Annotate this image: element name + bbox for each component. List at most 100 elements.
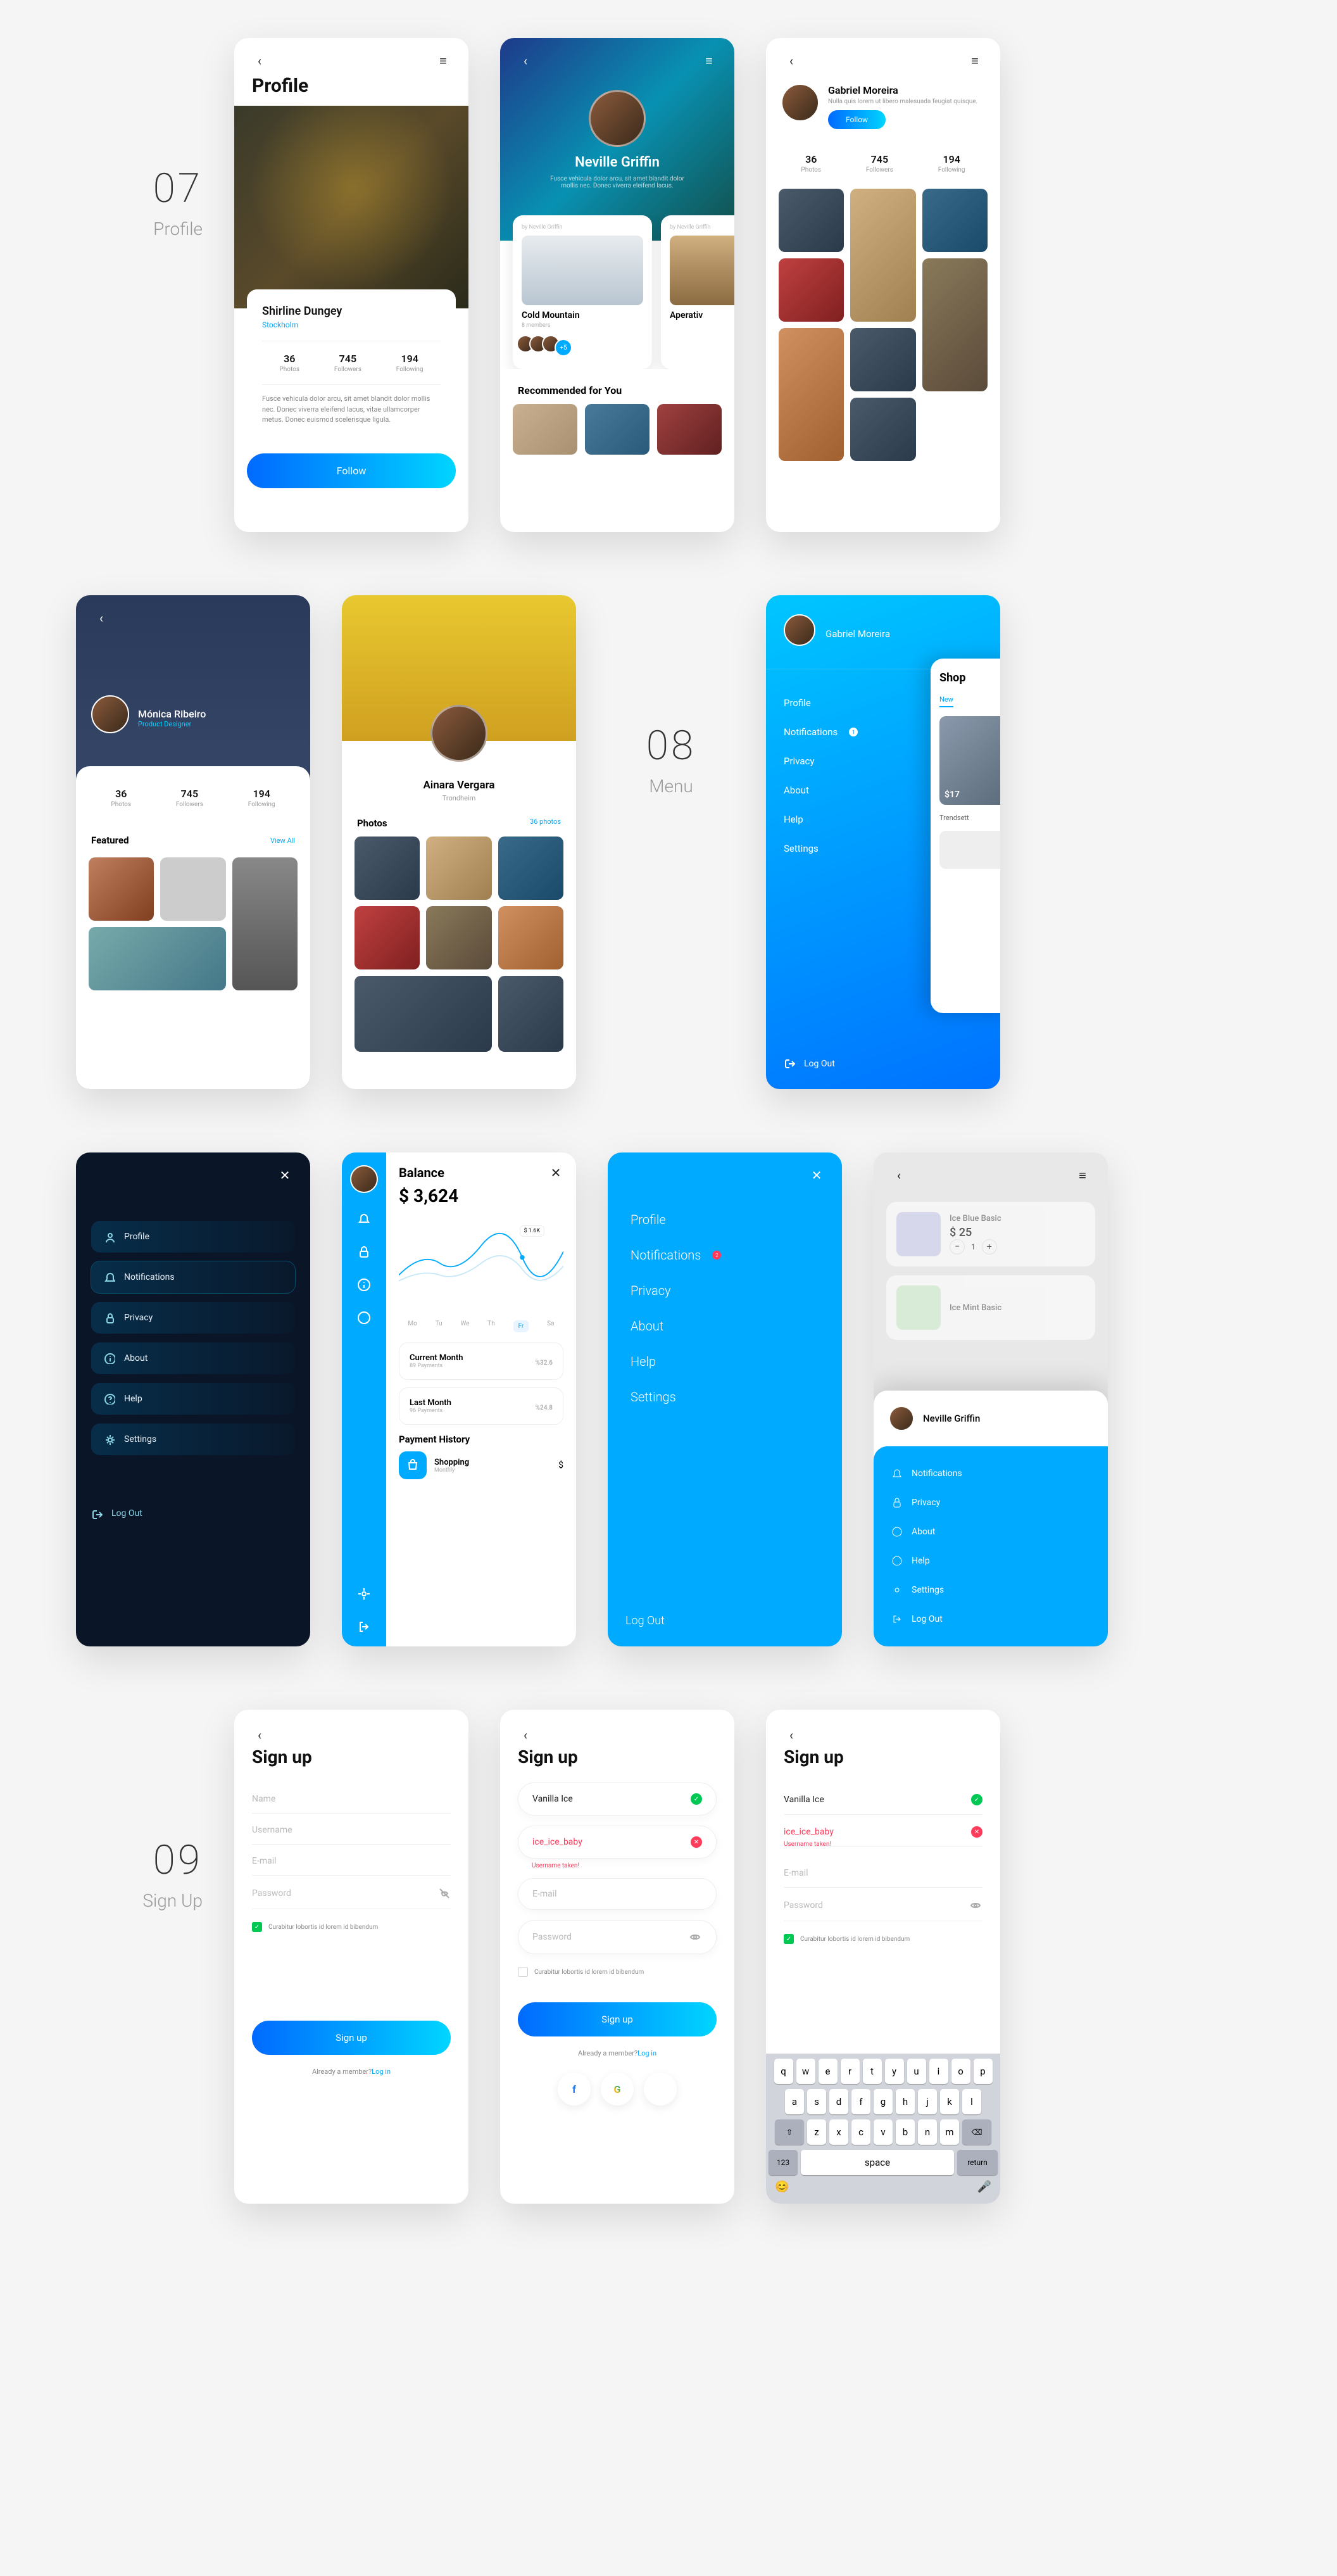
photo-thumb[interactable] bbox=[426, 837, 491, 900]
back-icon[interactable]: ‹ bbox=[784, 1727, 799, 1743]
chart-day-selected[interactable]: Fr bbox=[513, 1320, 529, 1332]
return-key[interactable]: return bbox=[957, 2150, 998, 2175]
menu-item-settings[interactable]: Settings bbox=[91, 1424, 295, 1455]
menu-item-privacy[interactable]: Privacy bbox=[631, 1273, 819, 1308]
menu-item-about[interactable]: About bbox=[874, 1517, 1108, 1546]
back-icon[interactable]: ‹ bbox=[784, 53, 799, 68]
eye-icon[interactable] bbox=[970, 1899, 982, 1912]
key-a[interactable]: a bbox=[785, 2089, 804, 2114]
logout-button[interactable]: Log Out bbox=[76, 1496, 310, 1534]
facebook-button[interactable]: f bbox=[558, 2073, 591, 2106]
key-h[interactable]: h bbox=[896, 2089, 915, 2114]
key-e[interactable]: e bbox=[819, 2059, 838, 2084]
chart-day[interactable]: Tu bbox=[436, 1320, 443, 1332]
menu-item-privacy[interactable]: Privacy bbox=[874, 1488, 1108, 1517]
password-input[interactable]: Password bbox=[252, 1876, 451, 1909]
photos-count[interactable]: 36 photos bbox=[530, 818, 561, 829]
menu-item-about[interactable]: About bbox=[91, 1342, 295, 1374]
logout-icon[interactable] bbox=[357, 1620, 371, 1634]
menu-item-privacy[interactable]: Privacy bbox=[91, 1302, 295, 1334]
stat-followers[interactable]: 745Followers bbox=[176, 788, 203, 808]
stat-photos[interactable]: 36Photos bbox=[279, 353, 299, 373]
hamburger-icon[interactable]: ≡ bbox=[701, 53, 717, 68]
signup-button[interactable]: Sign up bbox=[252, 2021, 451, 2055]
email-input[interactable]: E-mail bbox=[252, 1845, 451, 1876]
login-link[interactable]: Log in bbox=[372, 2068, 391, 2076]
collection-card[interactable]: by Neville Griffin Aperativ bbox=[661, 215, 734, 369]
payment-item[interactable]: ShoppingMonthly $ bbox=[399, 1451, 563, 1479]
avatar[interactable] bbox=[784, 614, 815, 646]
email-input[interactable]: E-mail bbox=[784, 1857, 982, 1888]
peek-tab[interactable]: New bbox=[939, 695, 953, 707]
key-b[interactable]: b bbox=[896, 2119, 915, 2145]
apple-button[interactable] bbox=[644, 2073, 677, 2106]
featured-thumb[interactable] bbox=[160, 857, 225, 921]
username-input[interactable]: ice_ice_baby✕ bbox=[518, 1826, 717, 1859]
key-w[interactable]: w bbox=[796, 2059, 815, 2084]
photo-thumb[interactable] bbox=[922, 258, 988, 391]
password-input[interactable]: Password bbox=[784, 1888, 982, 1921]
key-y[interactable]: y bbox=[885, 2059, 904, 2084]
stat-photos[interactable]: 36Photos bbox=[801, 153, 821, 174]
last-month-card[interactable]: Last Month96 Payments%24.8 bbox=[399, 1387, 563, 1425]
back-icon[interactable]: ‹ bbox=[518, 53, 533, 68]
close-icon[interactable]: ✕ bbox=[277, 1168, 292, 1183]
photo-thumb[interactable] bbox=[355, 906, 420, 969]
key-p[interactable]: p bbox=[974, 2059, 993, 2084]
key-x[interactable]: x bbox=[829, 2119, 848, 2145]
key-i[interactable]: i bbox=[929, 2059, 948, 2084]
view-all-link[interactable]: View All bbox=[270, 837, 295, 845]
photo-thumb[interactable] bbox=[850, 189, 915, 322]
key-s[interactable]: s bbox=[807, 2089, 826, 2114]
hamburger-icon[interactable]: ≡ bbox=[967, 53, 982, 68]
key-q[interactable]: q bbox=[774, 2059, 793, 2084]
photo-thumb[interactable] bbox=[779, 189, 844, 252]
key-l[interactable]: l bbox=[962, 2089, 981, 2114]
photo-thumb[interactable] bbox=[779, 328, 844, 461]
key-t[interactable]: t bbox=[863, 2059, 882, 2084]
avatar[interactable] bbox=[781, 84, 819, 122]
photo-thumb[interactable] bbox=[779, 258, 844, 322]
menu-item-notifications[interactable]: Notifications2 bbox=[631, 1237, 819, 1273]
menu-item-help[interactable]: Help bbox=[91, 1383, 295, 1415]
terms-checkbox[interactable]: ✓Curabitur lobortis id lorem id bibendum bbox=[784, 1934, 982, 1944]
recommended-thumb[interactable] bbox=[585, 404, 650, 455]
current-month-card[interactable]: Current Month89 Payments%32.6 bbox=[399, 1342, 563, 1380]
chart-day[interactable]: Mo bbox=[408, 1320, 417, 1332]
recommended-thumb[interactable] bbox=[513, 404, 577, 455]
login-link[interactable]: Log in bbox=[637, 2049, 656, 2057]
avatar[interactable] bbox=[889, 1406, 914, 1431]
follow-button[interactable]: Follow bbox=[247, 453, 456, 488]
featured-thumb[interactable] bbox=[89, 927, 226, 990]
key-u[interactable]: u bbox=[907, 2059, 926, 2084]
mic-key[interactable]: 🎤 bbox=[885, 2180, 998, 2194]
key-v[interactable]: v bbox=[874, 2119, 893, 2145]
hamburger-icon[interactable]: ≡ bbox=[436, 53, 451, 68]
gear-icon[interactable] bbox=[357, 1587, 371, 1601]
chart-day[interactable]: We bbox=[460, 1320, 469, 1332]
terms-checkbox[interactable]: ✓Curabitur lobortis id lorem id bibendum bbox=[252, 1922, 451, 1932]
content-peek[interactable]: Shop New $17 Trendsett bbox=[931, 659, 1000, 1013]
shift-key[interactable]: ⇧ bbox=[775, 2119, 804, 2145]
stat-following[interactable]: 194Following bbox=[938, 153, 965, 174]
recommended-thumb[interactable] bbox=[657, 404, 722, 455]
menu-item-help[interactable]: Help bbox=[631, 1344, 819, 1379]
menu-item-notifications[interactable]: Notifications bbox=[874, 1459, 1108, 1488]
featured-thumb[interactable] bbox=[232, 857, 298, 990]
logout-button[interactable]: Log Out bbox=[874, 1605, 1108, 1634]
eye-icon[interactable] bbox=[689, 1931, 702, 1943]
close-icon[interactable]: ✕ bbox=[809, 1168, 824, 1183]
username-input[interactable]: Username bbox=[252, 1814, 451, 1845]
photo-thumb[interactable] bbox=[498, 976, 563, 1052]
menu-item-profile[interactable]: Profile bbox=[91, 1221, 295, 1253]
avatar[interactable] bbox=[589, 90, 646, 147]
hamburger-icon[interactable]: ≡ bbox=[1075, 1168, 1090, 1183]
name-input[interactable]: Vanilla Ice✓ bbox=[784, 1783, 982, 1815]
name-input[interactable]: Vanilla Ice✓ bbox=[518, 1783, 717, 1815]
avatar[interactable] bbox=[430, 705, 487, 762]
close-icon[interactable]: ✕ bbox=[548, 1165, 563, 1180]
lock-icon[interactable] bbox=[357, 1245, 371, 1259]
terms-checkbox[interactable]: Curabitur lobortis id lorem id bibendum bbox=[518, 1967, 717, 1977]
menu-item-about[interactable]: About bbox=[631, 1308, 819, 1344]
eye-off-icon[interactable] bbox=[438, 1887, 451, 1900]
